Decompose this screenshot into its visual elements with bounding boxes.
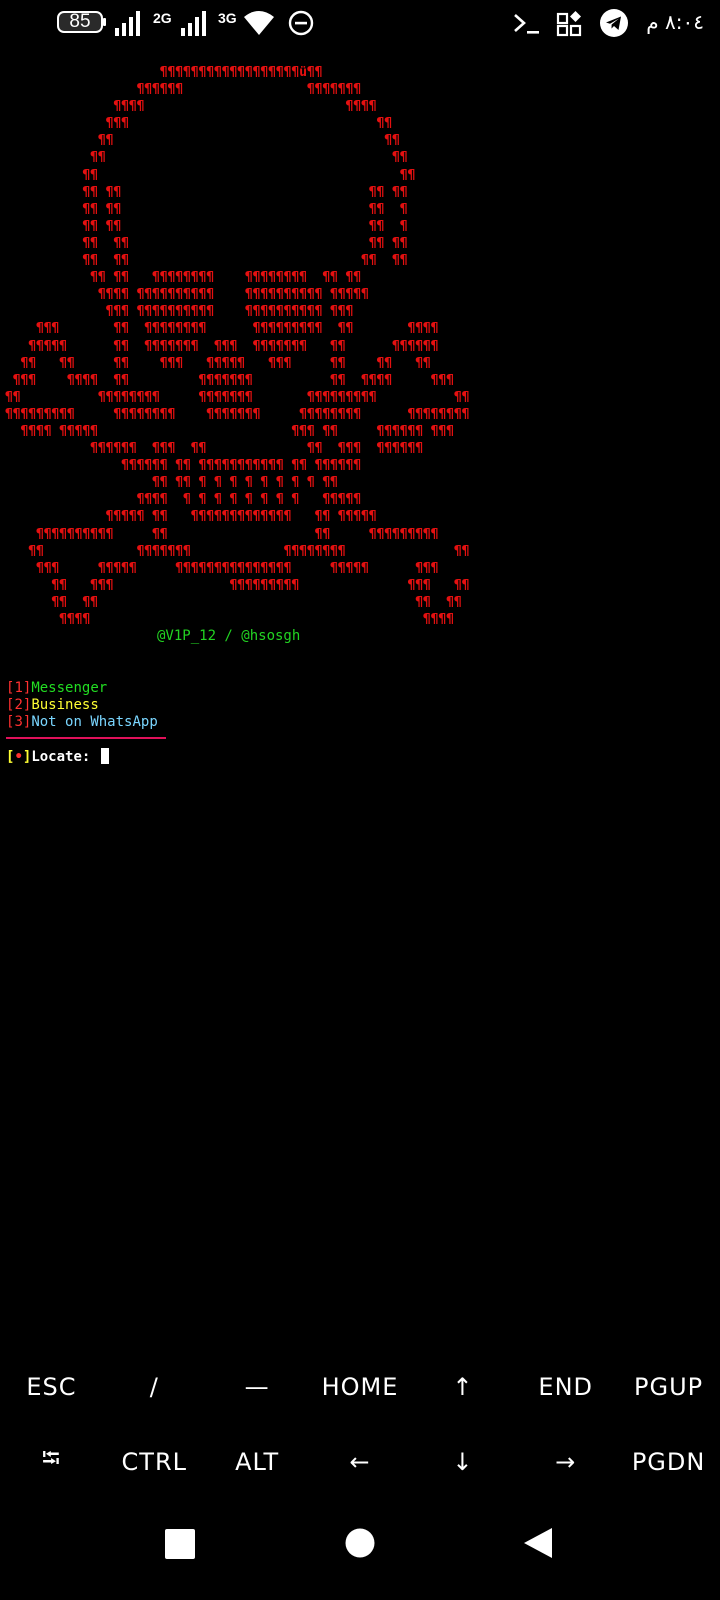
key-ctrl[interactable]: CTRL — [103, 1424, 206, 1499]
signal-icon — [181, 11, 206, 36]
battery-icon: 85 — [57, 11, 106, 33]
key-dash[interactable]: — — [206, 1349, 309, 1424]
recents-square-icon[interactable] — [164, 1528, 196, 1560]
key-up-arrow[interactable]: ↑ — [411, 1349, 514, 1424]
key-slash[interactable]: / — [103, 1349, 206, 1424]
skull-ascii-art: ¶¶¶¶¶¶¶¶¶¶¶¶¶¶¶¶¶¶ü¶¶ ¶¶¶¶¶¶ ¶¶¶¶¶¶¶ ¶¶¶… — [5, 65, 470, 627]
home-circle-icon[interactable] — [344, 1527, 376, 1559]
locate-prompt[interactable]: [•]Locate: — [6, 748, 109, 765]
key-pgup[interactable]: PGUP — [617, 1349, 720, 1424]
key-left-arrow[interactable]: ← — [309, 1424, 412, 1499]
terminal-icon — [514, 14, 539, 34]
key-right-arrow[interactable]: → — [514, 1424, 617, 1499]
author-credit: @V1P_12 / @hsosgh — [157, 628, 301, 644]
network-type-2: 3G — [218, 10, 237, 26]
key-pgdn[interactable]: PGDN — [617, 1424, 720, 1499]
menu-option: [3]Not on WhatsApp — [6, 714, 158, 730]
key-tab[interactable]: ⭾ — [0, 1424, 103, 1499]
wifi-icon — [244, 11, 274, 35]
divider-line — [6, 737, 166, 739]
system-nav-bar — [0, 1514, 720, 1586]
battery-level: 85 — [69, 11, 91, 32]
option-label: Not on WhatsApp — [31, 714, 158, 730]
extra-keys-row-2: ⭾ CTRL ALT ← ↓ → PGDN — [0, 1424, 720, 1499]
network-type-1: 2G — [153, 10, 172, 26]
text-cursor — [100, 748, 109, 764]
extra-keys-bar: ESC / — HOME ↑ END PGUP ⭾ CTRL ALT ← ↓ →… — [0, 1349, 720, 1499]
option-label: Messenger — [31, 680, 108, 696]
option-label: Business — [31, 697, 99, 713]
key-alt[interactable]: ALT — [206, 1424, 309, 1499]
key-end[interactable]: END — [514, 1349, 617, 1424]
key-down-arrow[interactable]: ↓ — [411, 1424, 514, 1499]
clock: ٨:٠٤ م — [646, 10, 704, 34]
apps-icon — [556, 11, 582, 37]
option-menu: [1]Messenger [2]Business [3]Not on Whats… — [6, 680, 158, 731]
menu-option: [2]Business — [6, 697, 99, 713]
back-triangle-icon[interactable] — [522, 1526, 554, 1560]
telegram-icon — [600, 9, 628, 37]
signal-icon — [115, 11, 140, 36]
menu-option: [1]Messenger — [6, 680, 108, 696]
do-not-disturb-icon — [288, 10, 314, 36]
status-bar: 85 2G 3G ٨:٠٤ م — [0, 0, 720, 48]
extra-keys-row-1: ESC / — HOME ↑ END PGUP — [0, 1349, 720, 1424]
key-home[interactable]: HOME — [309, 1349, 412, 1424]
key-esc[interactable]: ESC — [0, 1349, 103, 1424]
